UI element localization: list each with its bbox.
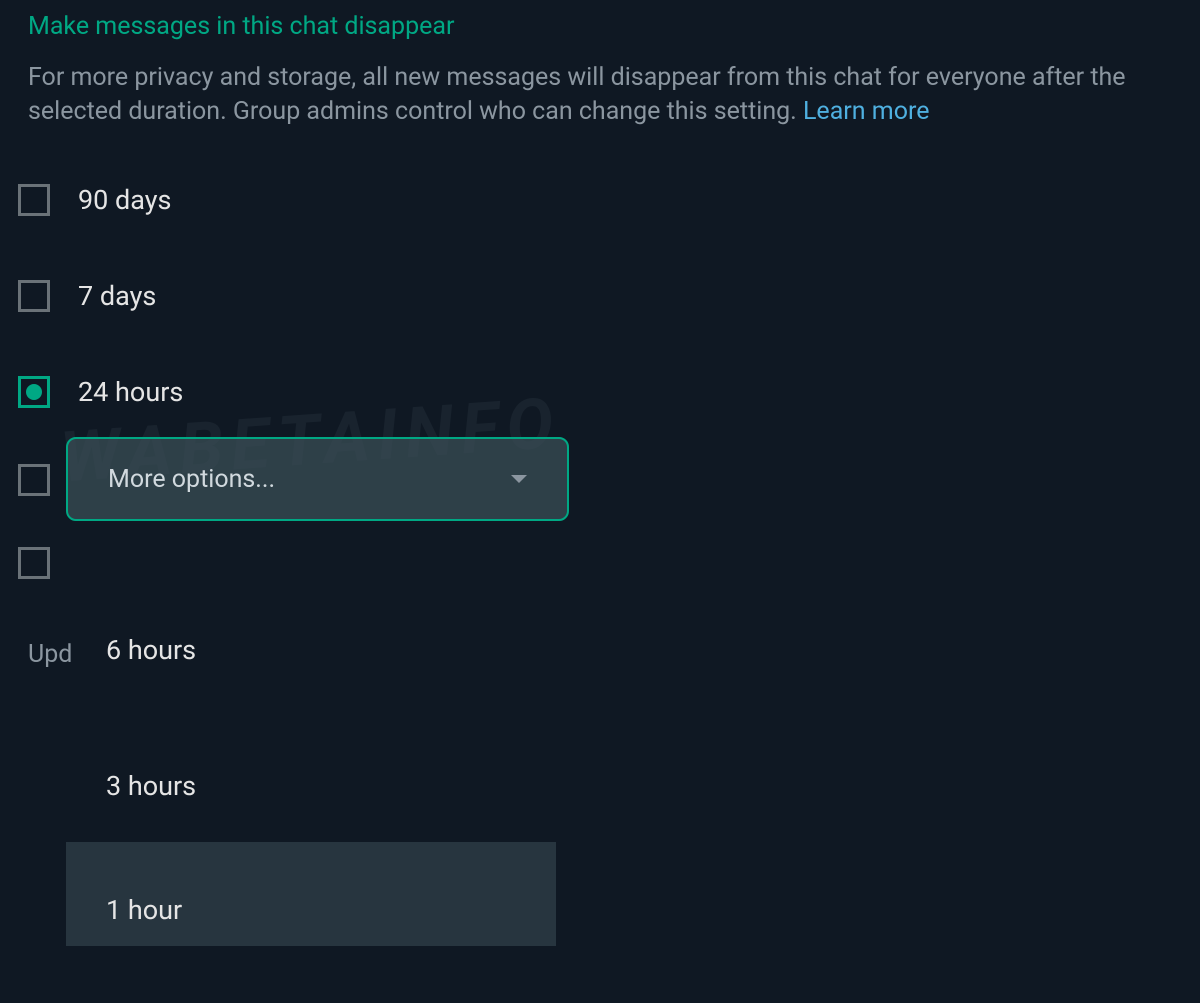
chevron-down-icon — [511, 475, 527, 483]
option-row-90-days[interactable]: 90 days — [18, 184, 1172, 216]
page-title: Make messages in this chat disappear — [0, 0, 1200, 41]
learn-more-link[interactable]: Learn more — [803, 97, 929, 126]
checkbox-empty[interactable] — [18, 547, 78, 579]
checkbox-icon[interactable] — [18, 280, 50, 312]
option-row-7-days[interactable]: 7 days — [18, 280, 1172, 312]
dropdown-menu: 6 hours 3 hours 1 hour — [66, 600, 556, 946]
option-label: 90 days — [78, 184, 171, 216]
checkbox-icon[interactable] — [18, 184, 50, 216]
checkbox-icon[interactable] — [18, 464, 50, 496]
option-label: 24 hours — [78, 376, 183, 408]
duration-options-list: 90 days 7 days 24 hours — [0, 129, 1200, 408]
option-row-24-hours[interactable]: 24 hours — [18, 376, 1172, 408]
more-options-dropdown[interactable]: More options... — [66, 437, 569, 521]
radio-selected-icon[interactable] — [18, 376, 50, 408]
menu-item-1-hour[interactable]: 1 hour — [66, 842, 556, 946]
menu-item-3-hours[interactable]: 3 hours — [66, 700, 556, 842]
dropdown-label: More options... — [108, 465, 275, 494]
more-options-dropdown-container: More options... — [66, 437, 569, 521]
description-text: For more privacy and storage, all new me… — [0, 41, 1160, 129]
description-body: For more privacy and storage, all new me… — [28, 63, 1126, 126]
menu-item-6-hours[interactable]: 6 hours — [66, 600, 556, 700]
option-label: 7 days — [78, 280, 156, 312]
checkbox-icon[interactable] — [18, 547, 50, 579]
